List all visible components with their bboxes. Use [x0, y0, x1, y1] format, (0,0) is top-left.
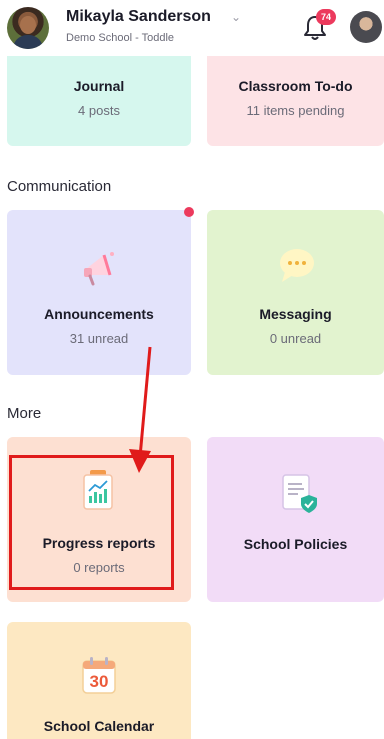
announcements-card[interactable]: Announcements 31 unread [7, 210, 191, 375]
school-policies-title: School Policies [243, 536, 348, 552]
school-name: Demo School - Toddle [66, 32, 175, 44]
classroom-todo-card[interactable]: Classroom To-do 11 items pending [207, 56, 384, 146]
messaging-title: Messaging [259, 306, 332, 322]
school-policies-card[interactable]: School Policies [207, 437, 384, 602]
classroom-todo-subtitle: 11 items pending [246, 103, 345, 118]
section-title-communication: Communication [7, 178, 112, 195]
policy-document-icon [279, 473, 319, 515]
secondary-avatar[interactable] [350, 11, 382, 43]
annotation-arrow [129, 346, 152, 473]
app-header: Mikayla Sanderson ⌄ Demo School - Toddle… [0, 0, 384, 56]
megaphone-icon [78, 245, 120, 287]
section-title-more: More [7, 405, 42, 422]
calendar-icon: 30 [81, 655, 117, 695]
journal-title: Journal [73, 78, 125, 94]
chevron-down-icon[interactable]: ⌄ [231, 10, 241, 24]
chat-bubble-icon [277, 246, 317, 284]
calendar-day: 30 [89, 672, 109, 691]
school-calendar-card[interactable]: 30 School Calendar [7, 622, 191, 739]
user-name[interactable]: Mikayla Sanderson [66, 8, 211, 26]
journal-subtitle: 4 posts [78, 103, 120, 118]
messaging-subtitle: 0 unread [269, 331, 322, 346]
unread-indicator-dot [184, 207, 194, 217]
announcements-title: Announcements [44, 306, 154, 322]
user-avatar[interactable] [7, 7, 49, 49]
school-calendar-title: School Calendar [43, 718, 155, 734]
announcements-subtitle: 31 unread [69, 331, 129, 346]
messaging-card[interactable]: Messaging 0 unread [207, 210, 384, 375]
classroom-todo-title: Classroom To-do [238, 78, 353, 94]
notification-badge: 74 [316, 9, 336, 25]
journal-card[interactable]: Journal 4 posts [7, 56, 191, 146]
